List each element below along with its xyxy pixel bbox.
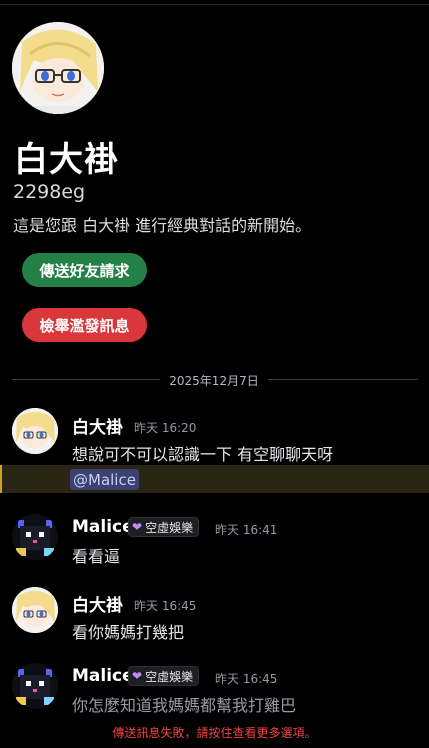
date-divider-label: 2025年12月7日	[169, 374, 259, 388]
message-text: 想說可不可以認識一下 有空聊聊天呀	[72, 445, 334, 464]
anime-girl-avatar-icon	[12, 22, 104, 114]
top-divider	[0, 4, 429, 5]
purple-heart-icon: ❤	[132, 520, 143, 534]
anime-girl-avatar-icon	[12, 408, 58, 454]
message-avatar[interactable]	[12, 514, 58, 560]
message-author[interactable]: Malice	[72, 517, 134, 537]
message-text: 看你媽媽打幾把	[72, 623, 185, 642]
send-failed-error: 傳送訊息失敗，請按住查看更多選項。	[112, 726, 317, 740]
message-timestamp: 昨天 16:45	[134, 599, 197, 613]
role-badge-label: 空虛娛樂	[145, 520, 194, 535]
user-mention[interactable]: @Malice	[70, 469, 139, 490]
pixel-cat-avatar-icon	[12, 514, 58, 560]
message-text-failed[interactable]: 你怎麼知道我媽媽都幫我打雞巴	[72, 692, 296, 716]
date-divider-line-left	[12, 379, 160, 380]
conversation-intro-text: 這是您跟 白大褂 進行經典對話的新開始。	[13, 216, 312, 235]
profile-avatar[interactable]	[12, 22, 104, 114]
date-divider-line-right	[268, 379, 418, 380]
message-timestamp: 昨天 16:41	[215, 523, 278, 537]
message-avatar[interactable]	[12, 587, 58, 633]
pixel-cat-avatar-icon	[12, 663, 58, 709]
message-timestamp: 昨天 16:45	[215, 672, 278, 686]
report-spam-button[interactable]: 檢舉濫發訊息	[22, 308, 147, 342]
anime-girl-avatar-icon	[12, 587, 58, 633]
message-author[interactable]: 白大褂	[72, 591, 123, 616]
message-timestamp: 昨天 16:20	[134, 421, 197, 435]
profile-username: 2298eg	[13, 181, 86, 203]
role-badge-label: 空虛娛樂	[145, 669, 194, 684]
message-text: 看看逼	[72, 547, 121, 566]
message-author[interactable]: 白大褂	[72, 413, 123, 438]
message-avatar[interactable]	[12, 408, 58, 454]
profile-display-name: 白大褂	[14, 140, 119, 180]
mention-highlight-row	[0, 465, 429, 493]
message-author[interactable]: Malice	[72, 666, 134, 686]
role-badge[interactable]: ❤ 空虛娛樂	[128, 666, 200, 686]
message-avatar[interactable]	[12, 663, 58, 709]
purple-heart-icon: ❤	[132, 669, 143, 683]
send-friend-request-button[interactable]: 傳送好友請求	[22, 253, 147, 287]
role-badge[interactable]: ❤ 空虛娛樂	[128, 517, 200, 537]
